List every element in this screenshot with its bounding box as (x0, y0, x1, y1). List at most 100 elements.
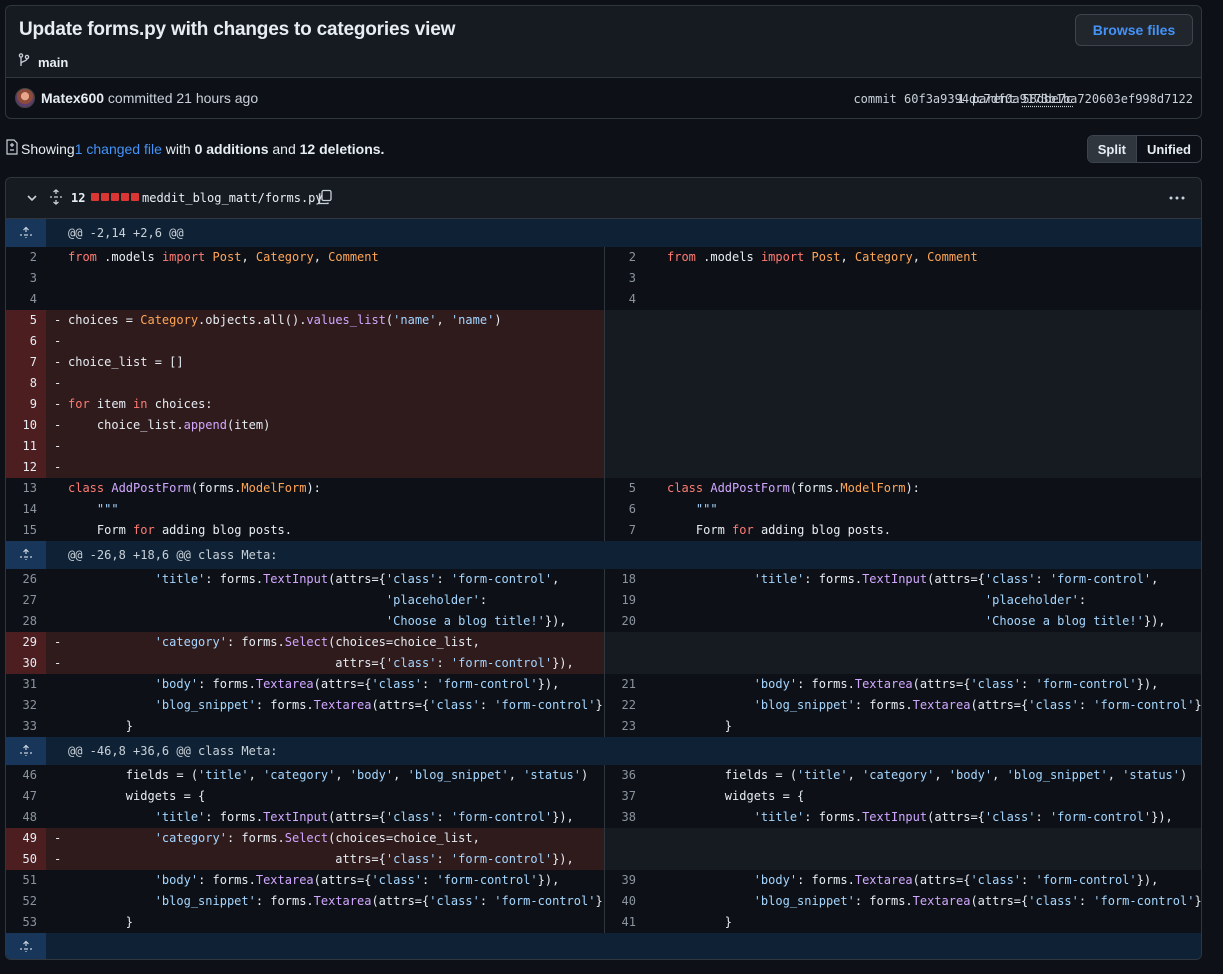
left-line: 12- (6, 457, 604, 478)
diff-sign (645, 695, 667, 716)
line-number[interactable]: 32 (6, 695, 46, 716)
left-line: 8- (6, 373, 604, 394)
line-number[interactable]: 18 (605, 569, 645, 590)
expand-lines-icon[interactable] (6, 219, 46, 247)
code-text: 'blog_snippet': forms.Textarea(attrs={'c… (154, 698, 604, 712)
line-number[interactable]: 28 (6, 611, 46, 632)
context-line: 15 Form for adding blog posts. 7 Form for… (6, 520, 1201, 541)
line-number[interactable]: 11 (6, 436, 46, 457)
line-number[interactable]: 19 (605, 590, 645, 611)
line-number[interactable]: 2 (6, 247, 46, 268)
line-number[interactable]: 40 (605, 891, 645, 912)
line-number[interactable]: 27 (6, 590, 46, 611)
line-number[interactable]: 29 (6, 632, 46, 653)
line-number[interactable]: 48 (6, 807, 46, 828)
line-number[interactable]: 23 (605, 716, 645, 737)
code-text: fields = ('title', 'category', 'body', '… (667, 768, 1188, 782)
diff-rows: @@ -2,14 +2,6 @@ 2 from .models import Pos… (6, 219, 1201, 959)
line-number[interactable]: 31 (6, 674, 46, 695)
code-text: choices = Category.objects.all().values_… (68, 310, 502, 331)
code-text: 'placeholder': (984, 593, 1087, 607)
summary-and: and (268, 140, 300, 157)
expand-lines-icon[interactable] (6, 541, 46, 569)
deletions-count: 12 deletions (299, 140, 381, 157)
line-number[interactable]: 6 (6, 331, 46, 352)
copy-icon[interactable] (317, 189, 333, 210)
line-number[interactable]: 7 (605, 520, 645, 541)
diff-sign: - (46, 849, 68, 870)
line-number[interactable]: 5 (605, 478, 645, 499)
line-number[interactable]: 30 (6, 653, 46, 674)
browse-files-button[interactable]: Browse files (1075, 14, 1193, 46)
line-number[interactable]: 10 (6, 415, 46, 436)
unified-view-button[interactable]: Unified (1136, 136, 1201, 162)
line-number[interactable]: 39 (605, 870, 645, 891)
context-line: 47 widgets = {37 widgets = { (6, 786, 1201, 807)
line-number[interactable]: 7 (6, 352, 46, 373)
file-path[interactable]: meddit_blog_matt/forms.py (142, 191, 323, 205)
line-number[interactable]: 15 (6, 520, 46, 541)
left-line: 31 'body': forms.Textarea(attrs={'class'… (6, 674, 604, 695)
line-number[interactable]: 50 (6, 849, 46, 870)
author-link[interactable]: Matex600 (41, 90, 104, 106)
line-number[interactable]: 14 (6, 499, 46, 520)
expand-lines-icon[interactable] (6, 737, 46, 765)
unfold-icon[interactable] (49, 189, 63, 210)
context-line: 51 'body': forms.Textarea(attrs={'class'… (6, 870, 1201, 891)
diff-sign (46, 765, 68, 786)
file-diff: 12 meddit_blog_matt/forms.py @@ -2,14 +2… (5, 177, 1202, 960)
line-number[interactable]: 4 (6, 289, 46, 310)
code-text: 'Choose a blog title!'}), (984, 614, 1166, 628)
additions-count: 0 additions (194, 140, 269, 157)
line-number[interactable]: 33 (6, 716, 46, 737)
line-number[interactable]: 3 (605, 268, 645, 289)
empty-line (604, 394, 1201, 415)
git-branch-icon (16, 52, 32, 73)
commit-sha: commit 60f3a9394dc7df0a9173b1ba720603ef9… (853, 92, 1193, 106)
chevron-down-icon[interactable] (26, 191, 38, 209)
file-diff-icon (5, 139, 19, 158)
line-number[interactable]: 21 (605, 674, 645, 695)
line-number[interactable]: 41 (605, 912, 645, 933)
code-text: 'blog_snippet': forms.Textarea(attrs={'c… (753, 894, 1201, 908)
changed-files-link[interactable]: 1 changed file (75, 141, 162, 157)
diff-sign (645, 611, 667, 632)
line-number[interactable]: 36 (605, 765, 645, 786)
code-text: from .models import Post, Category, Comm… (667, 250, 978, 264)
right-line: 41 } (604, 912, 1201, 933)
kebab-icon[interactable] (1168, 190, 1186, 211)
line-number[interactable]: 8 (6, 373, 46, 394)
line-number[interactable]: 22 (605, 695, 645, 716)
diff-sign (645, 716, 667, 737)
line-number[interactable]: 49 (6, 828, 46, 849)
line-number[interactable]: 47 (6, 786, 46, 807)
deleted-line: 7- choice_list = [] (6, 352, 1201, 373)
deleted-line: 30- attrs={'class': 'form-control'}), (6, 653, 1201, 674)
line-number[interactable]: 6 (605, 499, 645, 520)
diff-sign: - (46, 310, 68, 331)
avatar[interactable] (15, 88, 35, 108)
line-number[interactable]: 13 (6, 478, 46, 499)
line-number[interactable]: 5 (6, 310, 46, 331)
hunk-range: @@ -26,8 +18,6 @@ class Meta: (68, 548, 278, 562)
empty-line (604, 310, 1201, 331)
left-line: 49- 'category': forms.Select(choices=cho… (6, 828, 604, 849)
split-view-button[interactable]: Split (1087, 136, 1137, 162)
context-line: 26 'title': forms.TextInput(attrs={'clas… (6, 569, 1201, 590)
line-number[interactable]: 51 (6, 870, 46, 891)
branch-name: main (38, 55, 69, 70)
line-number[interactable]: 52 (6, 891, 46, 912)
line-number[interactable]: 37 (605, 786, 645, 807)
line-number[interactable]: 12 (6, 457, 46, 478)
line-number[interactable]: 20 (605, 611, 645, 632)
line-number[interactable]: 46 (6, 765, 46, 786)
line-number[interactable]: 2 (605, 247, 645, 268)
line-number[interactable]: 38 (605, 807, 645, 828)
branch-indicator[interactable]: main (16, 52, 68, 73)
line-number[interactable]: 4 (605, 289, 645, 310)
expand-lines-icon[interactable] (6, 933, 46, 959)
line-number[interactable]: 53 (6, 912, 46, 933)
line-number[interactable]: 3 (6, 268, 46, 289)
line-number[interactable]: 26 (6, 569, 46, 590)
line-number[interactable]: 9 (6, 394, 46, 415)
